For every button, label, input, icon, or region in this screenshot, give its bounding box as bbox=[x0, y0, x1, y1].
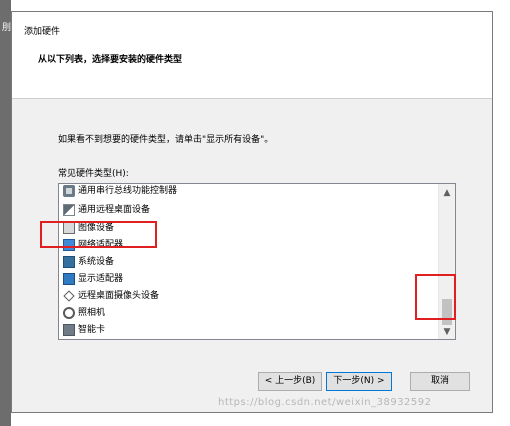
list-item-usb-controller[interactable]: 通用串行总线功能控制器 bbox=[63, 184, 178, 199]
list-item-label: 通用远程桌面设备 bbox=[78, 205, 151, 215]
next-button[interactable]: 下一步(N) > bbox=[326, 372, 392, 391]
list-item-label: 系统设备 bbox=[78, 257, 115, 267]
page-heading: 从以下列表，选择要安装的硬件类型 bbox=[38, 55, 183, 65]
scroll-down-icon[interactable]: ▼ bbox=[439, 325, 455, 339]
list-item-camera[interactable]: 照相机 bbox=[63, 305, 105, 321]
hardware-type-list[interactable]: 通用串行总线功能控制器 通用远程桌面设备 图像设备 网络适配器 系统设备 显示适… bbox=[58, 183, 456, 340]
window-title: 添加硬件 bbox=[24, 27, 61, 37]
system-device-icon bbox=[63, 256, 75, 268]
back-button[interactable]: < 上一步(B) bbox=[258, 372, 322, 391]
list-item-smart-card[interactable]: 智能卡 bbox=[63, 322, 105, 338]
list-item-label: 通用串行总线功能控制器 bbox=[78, 186, 178, 196]
smart-card-icon bbox=[63, 324, 75, 336]
left-edge-strip: 刖 bbox=[0, 0, 11, 426]
cancel-button[interactable]: 取消 bbox=[410, 372, 470, 391]
watermark: https://blog.csdn.net/weixin_38932592 bbox=[218, 397, 432, 408]
edge-glyph: 刖 bbox=[2, 23, 12, 33]
remote-camera-icon bbox=[63, 290, 75, 302]
scroll-up-icon[interactable]: ▲ bbox=[439, 186, 455, 200]
list-item-label: 照相机 bbox=[78, 308, 106, 318]
hint-text: 如果看不到想要的硬件类型，请单击"显示所有设备"。 bbox=[58, 135, 274, 145]
list-item-remote-camera[interactable]: 远程桌面摄像头设备 bbox=[63, 288, 159, 304]
add-hardware-dialog: 添加硬件 从以下列表，选择要安装的硬件类型 如果看不到想要的硬件类型，请单击"显… bbox=[11, 11, 493, 413]
list-item-label: 智能卡 bbox=[78, 325, 106, 335]
display-adapter-icon bbox=[63, 273, 75, 285]
camera-icon bbox=[63, 307, 75, 319]
list-item-label: 显示适配器 bbox=[78, 274, 124, 284]
list-item-display-adapter[interactable]: 显示适配器 bbox=[63, 271, 123, 287]
list-item-label: 远程桌面摄像头设备 bbox=[78, 291, 160, 301]
list-item-system-device[interactable]: 系统设备 bbox=[63, 254, 114, 270]
network-adapter-annotation-box bbox=[40, 221, 157, 248]
scrollbar-annotation-box bbox=[415, 274, 456, 320]
list-item-remote-desktop-device[interactable]: 通用远程桌面设备 bbox=[63, 202, 150, 218]
usb-controller-icon bbox=[63, 185, 75, 197]
remote-desktop-device-icon bbox=[63, 204, 75, 216]
dialog-header: 添加硬件 从以下列表，选择要安装的硬件类型 bbox=[12, 12, 492, 99]
hardware-list-label: 常见硬件类型(H): bbox=[58, 169, 129, 179]
